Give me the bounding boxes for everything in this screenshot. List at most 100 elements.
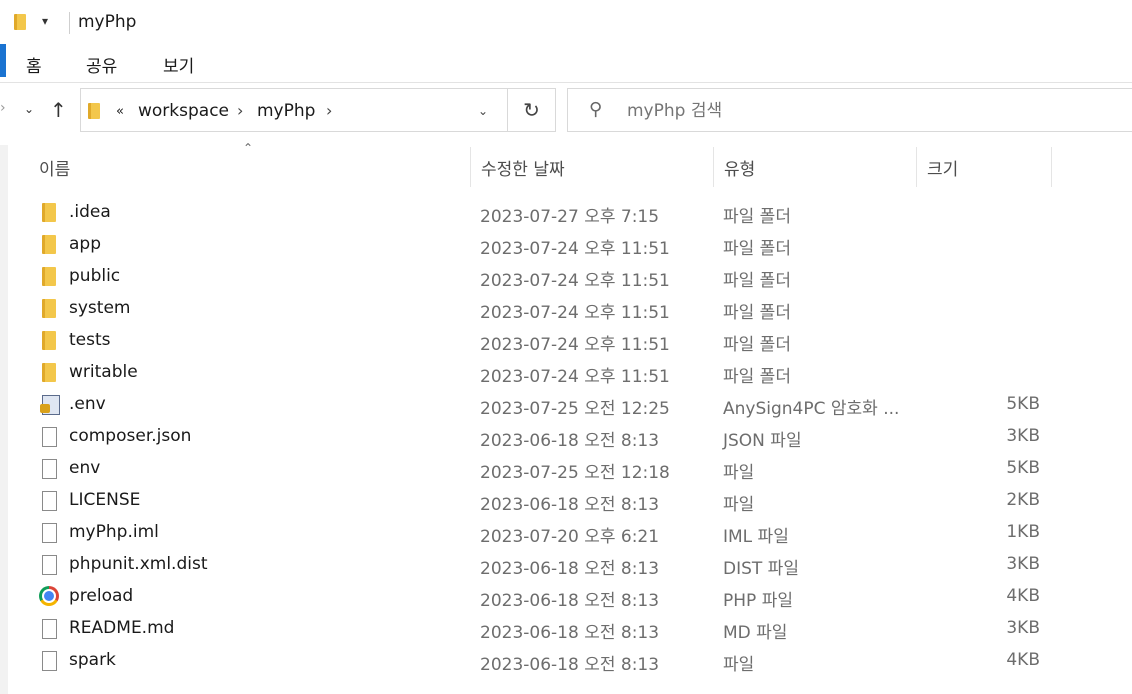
column-divider[interactable]: [470, 147, 471, 187]
chevron-right-icon[interactable]: ›: [326, 101, 332, 120]
column-divider[interactable]: [713, 147, 714, 187]
quick-access-dropdown-icon[interactable]: ▾: [42, 14, 48, 28]
file-date: 2023-07-20 오후 6:21: [480, 527, 660, 547]
column-divider[interactable]: [916, 147, 917, 187]
column-header-name[interactable]: 이름: [39, 155, 70, 180]
file-name: composer.json: [69, 426, 192, 446]
file-date: 2023-06-18 오전 8:13: [480, 431, 660, 451]
file-size: 1KB: [1006, 522, 1040, 542]
breadcrumb-overflow-icon[interactable]: «: [116, 104, 124, 119]
chrome-icon: [39, 586, 59, 606]
file-type: IML 파일: [723, 527, 789, 547]
file-name: system: [69, 298, 131, 318]
file-name: .env: [69, 394, 106, 414]
file-row[interactable]: preload 2023-06-18 오전 8:13 PHP 파일 4KB: [8, 582, 1132, 614]
file-row[interactable]: .idea 2023-07-27 오후 7:15 파일 폴더: [8, 198, 1132, 230]
file-row[interactable]: system 2023-07-24 오후 11:51 파일 폴더: [8, 294, 1132, 326]
column-header-size[interactable]: 크기: [927, 155, 958, 180]
file-size: 3KB: [1006, 426, 1040, 446]
file-date: 2023-07-24 오후 11:51: [480, 335, 670, 355]
search-input[interactable]: [627, 101, 1027, 121]
title-separator: [69, 12, 70, 34]
column-header-date[interactable]: 수정한 날짜: [481, 155, 565, 180]
file-name: tests: [69, 330, 111, 350]
file-date: 2023-07-25 오전 12:18: [480, 463, 670, 483]
file-icon: [42, 619, 57, 639]
file-row[interactable]: env 2023-07-25 오전 12:18 파일 5KB: [8, 454, 1132, 486]
file-size: 2KB: [1006, 490, 1040, 510]
file-size: 4KB: [1006, 586, 1040, 606]
file-row[interactable]: app 2023-07-24 오후 11:51 파일 폴더: [8, 230, 1132, 262]
folder-icon: [42, 267, 56, 286]
file-icon: [42, 651, 57, 671]
search-icon: ⚲: [589, 99, 603, 120]
file-row[interactable]: README.md 2023-06-18 오전 8:13 MD 파일 3KB: [8, 614, 1132, 646]
recent-locations-icon[interactable]: ⌄: [24, 102, 34, 116]
file-date: 2023-07-24 오후 11:51: [480, 271, 670, 291]
file-date: 2023-07-24 오후 11:51: [480, 367, 670, 387]
folder-icon: [42, 203, 56, 222]
tab-home[interactable]: 홈: [26, 52, 42, 77]
file-name: .idea: [69, 202, 111, 222]
chevron-down-icon[interactable]: ⌄: [478, 104, 488, 118]
file-date: 2023-06-18 오전 8:13: [480, 655, 660, 675]
chevron-right-icon[interactable]: ›: [237, 101, 243, 120]
breadcrumb-myphp[interactable]: myPhp: [257, 101, 315, 121]
file-name: env: [69, 458, 101, 478]
tab-view[interactable]: 보기: [163, 52, 194, 77]
file-date: 2023-07-25 오전 12:25: [480, 399, 670, 419]
file-size: 3KB: [1006, 554, 1040, 574]
navigation-pane-edge: [0, 145, 8, 694]
file-icon: [42, 491, 57, 511]
file-type: 파일 폴더: [723, 303, 791, 323]
file-row[interactable]: public 2023-07-24 오후 11:51 파일 폴더: [8, 262, 1132, 294]
file-type: PHP 파일: [723, 591, 793, 611]
file-row[interactable]: spark 2023-06-18 오전 8:13 파일 4KB: [8, 646, 1132, 678]
file-type: JSON 파일: [723, 431, 802, 451]
file-size: 4KB: [1006, 650, 1040, 670]
window-title: myPhp: [78, 12, 137, 32]
folder-icon: [88, 103, 100, 119]
up-icon[interactable]: ↑: [50, 98, 67, 122]
file-tab-accent[interactable]: [0, 44, 6, 77]
file-date: 2023-06-18 오전 8:13: [480, 591, 660, 611]
file-type: 파일 폴더: [723, 271, 791, 291]
file-name: README.md: [69, 618, 175, 638]
file-size: 3KB: [1006, 618, 1040, 638]
back-icon[interactable]: ›: [0, 100, 6, 116]
file-type: 파일 폴더: [723, 367, 791, 387]
file-row[interactable]: LICENSE 2023-06-18 오전 8:13 파일 2KB: [8, 486, 1132, 518]
folder-icon: [14, 14, 26, 30]
file-row[interactable]: myPhp.iml 2023-07-20 오후 6:21 IML 파일 1KB: [8, 518, 1132, 550]
file-name: app: [69, 234, 101, 254]
file-row[interactable]: tests 2023-07-24 오후 11:51 파일 폴더: [8, 326, 1132, 358]
file-row[interactable]: phpunit.xml.dist 2023-06-18 오전 8:13 DIST 파…: [8, 550, 1132, 582]
file-type: 파일 폴더: [723, 335, 791, 355]
file-name: phpunit.xml.dist: [69, 554, 208, 574]
column-divider[interactable]: [1051, 147, 1052, 187]
folder-icon: [42, 235, 56, 254]
file-row[interactable]: composer.json 2023-06-18 오전 8:13 JSON 파일 3K…: [8, 422, 1132, 454]
file-date: 2023-07-27 오후 7:15: [480, 207, 660, 227]
file-row[interactable]: .env 2023-07-25 오전 12:25 AnySign4PC 암호화 ..…: [8, 390, 1132, 422]
breadcrumb-workspace[interactable]: workspace: [138, 101, 229, 121]
file-size: 5KB: [1006, 458, 1040, 478]
column-header-type[interactable]: 유형: [724, 155, 755, 180]
folder-icon: [42, 331, 56, 350]
file-name: LICENSE: [69, 490, 141, 510]
tab-share[interactable]: 공유: [86, 52, 117, 77]
refresh-button[interactable]: ↻: [508, 88, 556, 132]
file-date: 2023-06-18 오전 8:13: [480, 559, 660, 579]
file-name: public: [69, 266, 121, 286]
file-row[interactable]: writable 2023-07-24 오후 11:51 파일 폴더: [8, 358, 1132, 390]
file-icon: [42, 459, 57, 479]
sort-ascending-icon: ⌃: [243, 141, 254, 155]
title-bar: [0, 0, 1132, 44]
file-icon: [42, 523, 57, 543]
file-name: writable: [69, 362, 138, 382]
file-icon: [42, 427, 57, 447]
file-type: 파일 폴더: [723, 239, 791, 259]
file-name: myPhp.iml: [69, 522, 159, 542]
encrypted-file-icon: [40, 395, 60, 415]
file-type: 파일: [723, 655, 755, 675]
